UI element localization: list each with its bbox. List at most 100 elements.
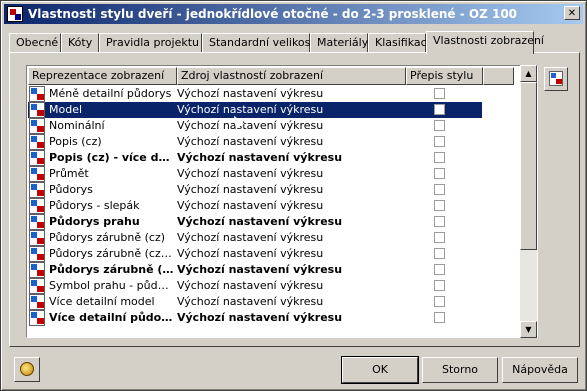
style-override-checkbox[interactable] [434,184,445,195]
property-source: Výchozí nastavení výkresu [177,167,324,180]
representation-name: Méně detailní půdorys [49,87,172,100]
list-item[interactable]: Více detailní půdorys Výchozí nastavení v… [28,310,482,326]
display-rep-icon [29,118,45,134]
representation-name: Půdorys zárubně (cz) - ... [49,247,175,260]
style-override-checkbox[interactable] [434,168,445,179]
column-header-representation[interactable]: Reprezentace zobrazení [28,67,177,85]
style-override-checkbox[interactable] [434,232,445,243]
display-rep-icon [29,102,45,118]
column-header-override[interactable]: Přepis stylu [406,67,483,85]
display-rep-icon [29,230,45,246]
style-browser-icon [20,362,34,376]
representation-name: Nominální [49,119,105,132]
arrow-down-icon: ▼ [525,325,532,334]
title-bar[interactable]: Vlastnosti stylu dveří - jednokřídlové o… [4,4,583,24]
display-rep-icon [29,86,45,102]
property-source: Výchozí nastavení výkresu [177,311,343,324]
property-source: Výchozí nastavení výkresu [177,247,324,260]
style-override-checkbox[interactable] [434,104,445,115]
representation-name: Symbol prahu - půdorys [49,279,175,292]
style-override-checkbox[interactable] [434,120,445,131]
style-override-checkbox[interactable] [434,152,445,163]
arrow-up-icon: ▲ [525,69,532,78]
style-override-checkbox[interactable] [434,248,445,259]
property-source: Výchozí nastavení výkresu [177,87,324,100]
representation-name: Více detailní model [49,295,155,308]
column-header-filler [483,67,514,85]
property-source: Výchozí nastavení výkresu [177,231,324,244]
representation-name: Půdorys zárubně (cz) [49,231,166,244]
list-item[interactable]: Půdorys zárubně (cz) - ... Výchozí nastav… [28,246,482,262]
style-override-checkbox[interactable] [434,136,445,147]
list-item[interactable]: Půdorys - slepák Výchozí nastavení výkres… [28,198,482,214]
representation-name: Průmět [49,167,89,180]
style-override-checkbox[interactable] [434,264,445,275]
display-rep-icon [29,214,45,230]
style-override-checkbox[interactable] [434,88,445,99]
display-rep-icon [29,166,45,182]
display-rep-icon [29,134,45,150]
list-item[interactable]: Popis (cz) - více det... Výchozí nastaven… [28,150,482,166]
tab-obecne[interactable]: Obecné [9,33,61,53]
display-rep-icon [29,182,45,198]
display-rep-icon [29,150,45,166]
style-override-checkbox[interactable] [434,200,445,211]
list-item[interactable]: Symbol prahu - půdorys Výchozí nastavení … [28,278,482,294]
property-source: Výchozí nastavení výkresu [177,295,324,308]
list-item[interactable]: Popis (cz) Výchozí nastavení výkresu [28,134,482,150]
scroll-up-button[interactable]: ▲ [520,65,537,82]
help-button[interactable]: Nápověda [502,357,578,383]
display-rep-icon [29,278,45,294]
display-properties-button[interactable] [544,67,568,91]
property-source: Výchozí nastavení výkresu [177,103,324,116]
property-source: Výchozí nastavení výkresu [177,263,343,276]
representation-name: Popis (cz) [49,135,102,148]
close-icon: ✕ [567,8,577,19]
tab-klasifikace[interactable]: Klasifikace [368,33,433,53]
property-source: Výchozí nastavení výkresu [177,183,324,196]
style-override-checkbox[interactable] [434,280,445,291]
style-override-checkbox[interactable] [434,296,445,307]
vertical-scrollbar[interactable]: ▲ ▼ [520,65,537,338]
style-override-checkbox[interactable] [434,216,445,227]
column-header-source[interactable]: Zdroj vlastností zobrazení [177,67,406,85]
list-item[interactable]: Méně detailní půdorys Výchozí nastavení v… [28,86,482,102]
tab-koty[interactable]: Kóty [61,33,99,53]
dialog-window: Vlastnosti stylu dveří - jednokřídlové o… [0,0,587,391]
list-item[interactable]: Půdorys Výchozí nastavení výkresu [28,182,482,198]
tab-panel: Reprezentace zobrazení Zdroj vlastností … [9,52,580,347]
ok-button[interactable]: OK [341,356,419,384]
list-item[interactable]: Půdorys prahu Výchozí nastavení výkresu [28,214,482,230]
scroll-thumb[interactable] [520,82,537,250]
representation-name: Půdorys [49,183,93,196]
tab-pravidla-projektu[interactable]: Pravidla projektu [99,33,202,53]
representation-name: Model [49,103,83,116]
list-item[interactable]: Nominální Výchozí nastavení výkresu [28,118,482,134]
list-item[interactable]: Průmět Výchozí nastavení výkresu [28,166,482,182]
property-source: Výchozí nastavení výkresu [177,199,324,212]
scroll-down-button[interactable]: ▼ [520,321,537,338]
display-rep-icon [29,294,45,310]
list-item[interactable]: Více detailní model Výchozí nastavení výk… [28,294,482,310]
style-override-checkbox[interactable] [434,312,445,323]
display-properties-icon [549,71,563,86]
cancel-button[interactable]: Storno [422,357,498,383]
list-item[interactable]: Půdorys zárubně (cz) Výchozí nastavení vý… [28,230,482,246]
tab-vlastnosti-zobrazeni[interactable]: Vlastnosti zobrazení [426,31,544,54]
tab-standardni-velikosti[interactable]: Standardní velikosti [202,33,318,53]
list-item[interactable]: Půdorys zárubně (cz... Výchozí nastavení … [28,262,482,278]
list-header: Reprezentace zobrazení Zdroj vlastností … [28,67,514,85]
property-source: Výchozí nastavení výkresu [177,279,324,292]
representation-name: Více detailní půdorys [49,311,175,324]
display-rep-icon [29,198,45,214]
property-source: Výchozí nastavení výkresu [177,151,343,164]
property-source: Výchozí nastavení výkresu [177,135,324,148]
close-button[interactable]: ✕ [564,6,580,20]
representation-name: Půdorys zárubně (cz... [49,263,175,276]
style-browser-button[interactable] [14,357,40,382]
display-representation-list[interactable]: Reprezentace zobrazení Zdroj vlastností … [26,65,538,338]
list-item[interactable]: Model Výchozí nastavení výkresu [28,102,482,118]
property-source: Výchozí nastavení výkresu [177,215,343,228]
app-icon [7,6,23,22]
tab-materialy[interactable]: Materiály [310,33,368,53]
